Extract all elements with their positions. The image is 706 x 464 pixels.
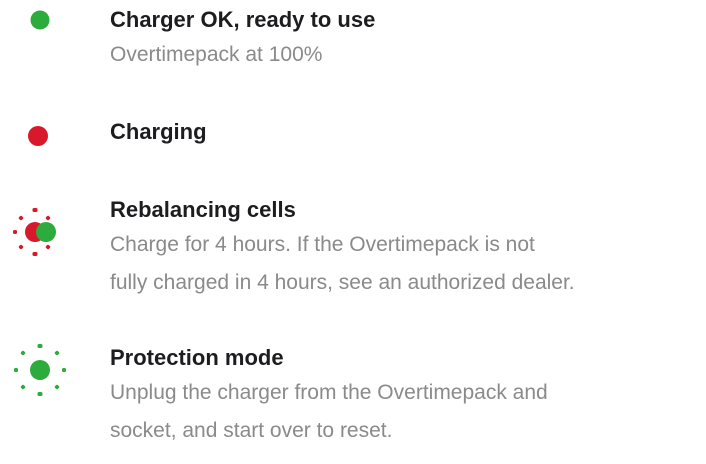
status-description-line: Unplug the charger from the Overtimepack… [110,381,548,404]
status-description: Charge for 4 hours. If the Overtimepack … [110,226,700,302]
status-title: Rebalancing cells [110,197,296,222]
status-description: Overtimepack at 100% [110,36,700,74]
status-description: Unplug the charger from the Overtimepack… [110,374,700,450]
status-description-line: Charge for 4 hours. If the Overtimepack … [110,233,535,256]
solid-green-light-icon [8,0,72,52]
status-title: Charging [110,119,207,144]
status-description-line: socket, and start over to reset. [110,419,393,442]
led-status-legend: Charger OK, ready to use Overtimepack at… [0,0,706,464]
flashing-green-light-icon [8,338,72,402]
solid-red-light-icon [8,104,72,168]
status-title: Protection mode [110,345,284,370]
flashing-red-green-light-icon [8,200,72,264]
status-description-line: Overtimepack at 100% [110,43,323,66]
status-description-line: fully charged in 4 hours, see an authori… [110,271,575,294]
status-title: Charger OK, ready to use [110,7,376,32]
